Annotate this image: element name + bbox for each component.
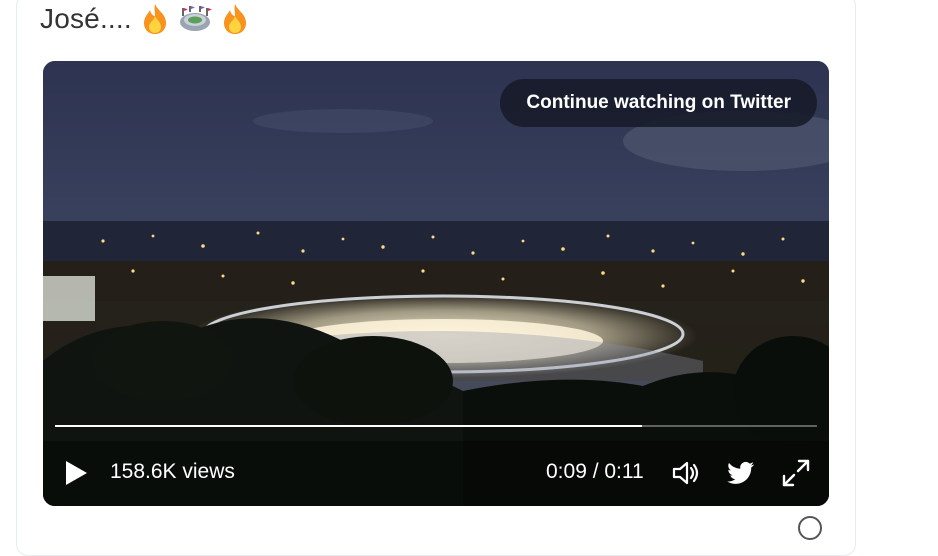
- playback-time: 0:09 / 0:11: [546, 460, 644, 483]
- fullscreen-icon: [782, 459, 810, 487]
- info-icon[interactable]: [798, 516, 822, 540]
- twitter-bird-icon: [727, 461, 754, 484]
- stadium-emoji-icon: [178, 2, 212, 36]
- continue-watching-button[interactable]: Continue watching on Twitter: [500, 79, 817, 127]
- tweet-text-row: José....: [40, 2, 252, 36]
- video-progress-fill: [55, 425, 642, 427]
- video-progress-track[interactable]: [55, 425, 817, 427]
- play-icon: [66, 461, 87, 485]
- fire-emoji-icon: [138, 2, 172, 36]
- play-button[interactable]: [61, 458, 91, 488]
- view-count: 158.6K views: [110, 460, 235, 483]
- video-controls: 158.6K views 0:09 / 0:11: [43, 440, 829, 506]
- volume-button[interactable]: [669, 456, 703, 490]
- tweet-text: José....: [40, 3, 132, 34]
- fullscreen-button[interactable]: [779, 456, 813, 490]
- volume-icon: [672, 461, 699, 485]
- video-player[interactable]: Continue watching on Twitter 158.6K view…: [43, 61, 829, 506]
- twitter-button[interactable]: [723, 456, 757, 490]
- fire-emoji-icon: [218, 2, 252, 36]
